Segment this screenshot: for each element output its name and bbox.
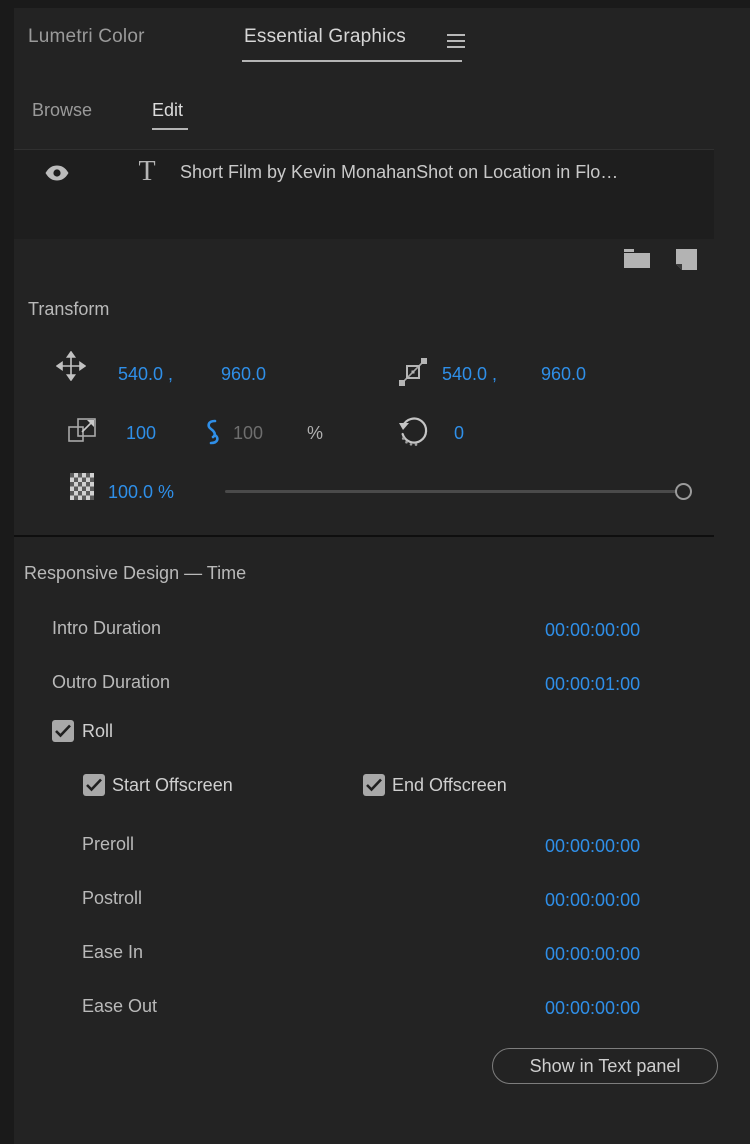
anchor-point-x-value[interactable]: 540.0 , bbox=[442, 364, 497, 385]
subtab-browse[interactable]: Browse bbox=[32, 100, 92, 121]
postroll-label: Postroll bbox=[82, 888, 143, 908]
subtab-active-underline bbox=[152, 128, 188, 130]
scale-linked-value: 100 bbox=[233, 423, 264, 443]
responsive-design-title: Responsive Design — Time bbox=[24, 563, 247, 583]
eye-icon[interactable] bbox=[44, 164, 70, 182]
hamburger-menu-icon[interactable] bbox=[447, 34, 465, 48]
opacity-checkerboard-icon[interactable] bbox=[70, 473, 94, 505]
layer-toolbar bbox=[14, 240, 714, 280]
ease-out-value[interactable]: 00:00:00:00 bbox=[545, 998, 640, 1019]
ease-out-label: Ease Out bbox=[82, 996, 158, 1016]
rotation-value[interactable]: 0 bbox=[454, 423, 464, 444]
opacity-slider-handle[interactable] bbox=[675, 483, 692, 500]
section-divider bbox=[14, 535, 714, 537]
layer-list-item[interactable]: T Short Film by Kevin MonahanShot on Loc… bbox=[14, 150, 714, 196]
layer-list[interactable]: T Short Film by Kevin MonahanShot on Loc… bbox=[14, 149, 714, 239]
preroll-value[interactable]: 00:00:00:00 bbox=[545, 836, 640, 857]
end-offscreen-label: End Offscreen bbox=[392, 775, 507, 795]
scale-unit-label: % bbox=[307, 423, 324, 443]
panel-tab-strip: Lumetri Color Essential Graphics bbox=[14, 8, 750, 70]
roll-checkbox[interactable] bbox=[52, 720, 74, 742]
intro-duration-label: Intro Duration bbox=[52, 618, 162, 638]
opacity-value[interactable]: 100.0 % bbox=[108, 482, 174, 503]
position-y-value[interactable]: 960.0 bbox=[221, 364, 266, 385]
tab-essential-graphics[interactable]: Essential Graphics bbox=[244, 26, 406, 48]
postroll-value[interactable]: 00:00:00:00 bbox=[545, 890, 640, 911]
intro-duration-value[interactable]: 00:00:00:00 bbox=[545, 620, 640, 641]
link-chain-icon[interactable] bbox=[203, 417, 223, 452]
ease-in-value[interactable]: 00:00:00:00 bbox=[545, 944, 640, 965]
scale-value[interactable]: 100 bbox=[126, 423, 156, 444]
end-offscreen-checkbox[interactable] bbox=[363, 774, 385, 796]
tab-lumetri-color[interactable]: Lumetri Color bbox=[28, 26, 145, 48]
position-move-icon[interactable] bbox=[55, 350, 87, 386]
anchor-point-y-value[interactable]: 960.0 bbox=[541, 364, 586, 385]
scale-icon[interactable] bbox=[68, 416, 98, 451]
roll-label: Roll bbox=[82, 721, 114, 741]
subtab-edit[interactable]: Edit bbox=[152, 100, 183, 121]
outro-duration-value[interactable]: 00:00:01:00 bbox=[545, 674, 640, 695]
start-offscreen-label: Start Offscreen bbox=[112, 775, 233, 795]
rotation-icon[interactable] bbox=[397, 414, 433, 453]
essential-graphics-panel: Lumetri Color Essential Graphics Browse … bbox=[0, 0, 750, 1144]
position-x-value[interactable]: 540.0 , bbox=[118, 364, 173, 385]
tab-active-underline bbox=[242, 60, 462, 62]
new-layer-icon[interactable] bbox=[674, 248, 698, 272]
show-in-text-panel-button[interactable]: Show in Text panel bbox=[492, 1048, 718, 1084]
ease-in-label: Ease In bbox=[82, 942, 144, 962]
anchor-point-icon[interactable] bbox=[397, 356, 429, 393]
layer-name-label: Short Film by Kevin MonahanShot on Locat… bbox=[180, 162, 619, 182]
text-layer-icon: T bbox=[138, 156, 156, 187]
new-folder-icon[interactable] bbox=[623, 248, 651, 270]
opacity-slider-track[interactable] bbox=[225, 490, 687, 493]
panel-body: Lumetri Color Essential Graphics Browse … bbox=[14, 8, 750, 1144]
preroll-label: Preroll bbox=[82, 834, 135, 854]
start-offscreen-checkbox[interactable] bbox=[83, 774, 105, 796]
transform-section-title: Transform bbox=[28, 299, 110, 319]
outro-duration-label: Outro Duration bbox=[52, 672, 171, 692]
